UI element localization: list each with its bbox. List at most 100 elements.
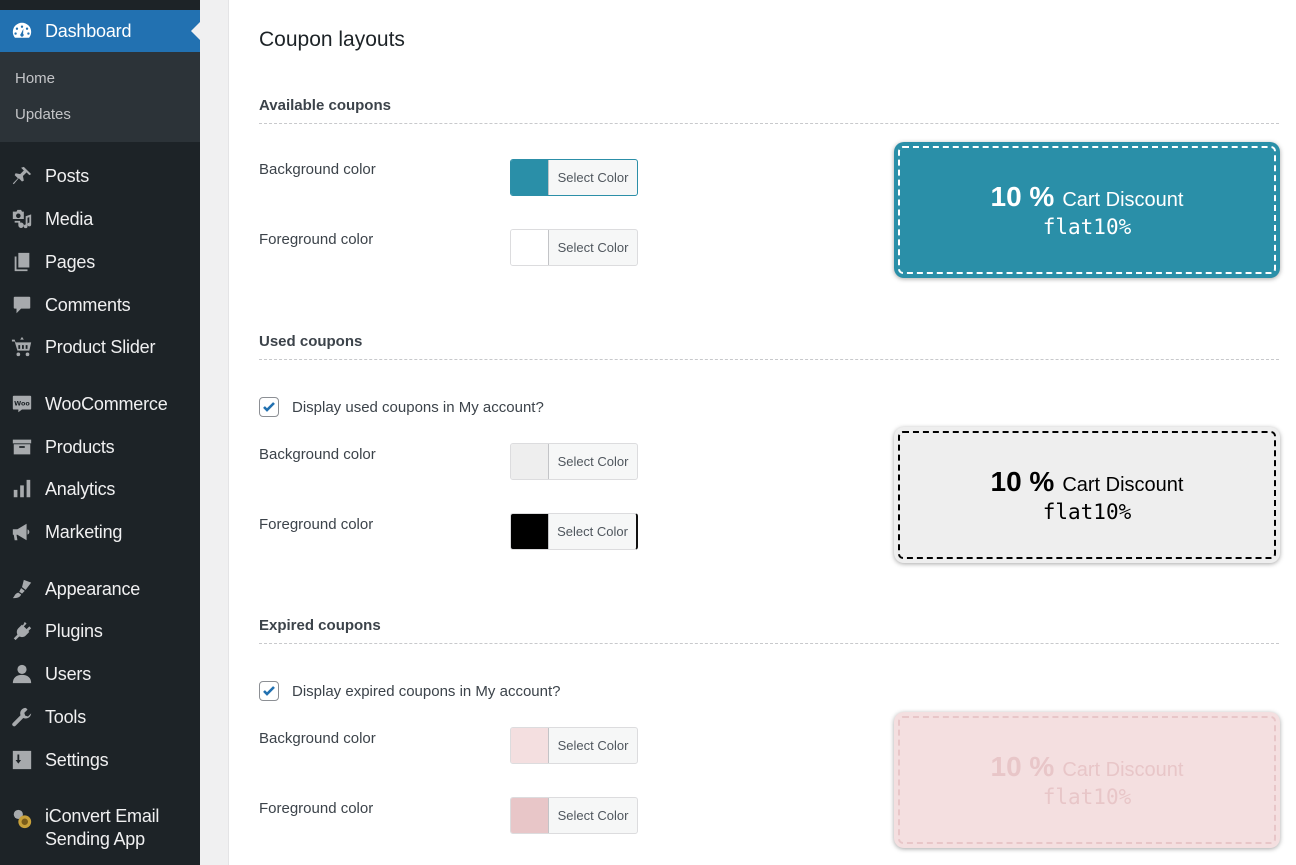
color-swatch xyxy=(511,444,549,479)
pages-icon xyxy=(10,250,34,274)
sidebar-item-label: Products xyxy=(45,436,115,457)
sidebar-item-label: Analytics xyxy=(45,478,116,499)
sidebar-item-media[interactable]: Media xyxy=(0,202,200,236)
sidebar-item-comments[interactable]: Comments xyxy=(0,288,200,322)
section-divider xyxy=(259,123,1279,124)
coupon-line: 10 % Cart Discount xyxy=(991,466,1184,498)
coupon-code: flat10% xyxy=(1042,215,1132,239)
main-content: Coupon layouts Available coupons Backgro… xyxy=(228,0,1296,865)
section-divider xyxy=(259,643,1279,644)
sidebar-item-label: Marketing xyxy=(45,521,123,542)
used-foreground-color-picker[interactable]: Select Color xyxy=(510,513,638,550)
expired-coupon-preview: 10 % Cart Discount flat10% xyxy=(894,712,1280,848)
sidebar-item-tools[interactable]: Tools xyxy=(0,700,200,734)
display-used-coupons-checkbox-row[interactable]: Display used coupons in My account? xyxy=(259,397,544,417)
available-foreground-color-picker[interactable]: Select Color xyxy=(510,229,638,266)
coupon-code: flat10% xyxy=(1042,500,1132,524)
section-divider xyxy=(259,359,1279,360)
sidebar-item-settings[interactable]: Settings xyxy=(0,743,200,777)
background-color-label: Background color xyxy=(259,446,376,463)
wrench-icon xyxy=(10,705,34,729)
iconvert-gear-icon xyxy=(10,807,34,831)
submenu-item-home[interactable]: Home xyxy=(15,70,55,87)
label-line-2: Sending App xyxy=(45,829,145,849)
coupon-line: 10 % Cart Discount xyxy=(991,181,1184,213)
sidebar-item-analytics[interactable]: Analytics xyxy=(0,472,200,506)
select-color-label: Select Color xyxy=(557,524,628,539)
comment-icon xyxy=(10,293,34,317)
display-expired-coupons-checkbox-row[interactable]: Display expired coupons in My account? xyxy=(259,681,560,701)
color-swatch xyxy=(511,160,549,195)
admin-sidebar: Dashboard Home Updates Posts Media Pages… xyxy=(0,0,200,865)
coupon-type: Cart Discount xyxy=(1062,189,1184,211)
select-color-label: Select Color xyxy=(557,454,629,469)
paintbrush-icon xyxy=(10,577,34,601)
sidebar-item-label: iConvert Email Sending App xyxy=(45,805,159,851)
checkbox-label: Display expired coupons in My account? xyxy=(292,682,561,700)
coupon-amount: 10 % xyxy=(990,466,1055,497)
sidebar-item-label: Settings xyxy=(45,749,109,770)
dashboard-submenu: Home Updates xyxy=(0,52,200,142)
display-expired-coupons-checkbox[interactable] xyxy=(259,681,279,701)
coupon-amount: 10 % xyxy=(990,751,1055,782)
archive-icon xyxy=(10,435,34,459)
select-color-label: Select Color xyxy=(557,738,629,753)
expired-background-color-picker[interactable]: Select Color xyxy=(510,727,638,764)
pin-icon xyxy=(10,164,34,188)
sidebar-item-label: Users xyxy=(45,663,92,684)
sidebar-item-posts[interactable]: Posts xyxy=(0,159,200,193)
sidebar-item-plugins[interactable]: Plugins xyxy=(0,614,200,648)
coupon-inner: 10 % Cart Discount flat10% xyxy=(898,431,1276,559)
megaphone-icon xyxy=(10,520,34,544)
sidebar-item-dashboard[interactable]: Dashboard xyxy=(0,10,200,52)
foreground-color-label: Foreground color xyxy=(259,231,374,248)
sidebar-item-marketing[interactable]: Marketing xyxy=(0,515,200,549)
sidebar-item-label: Comments xyxy=(45,294,131,315)
available-background-color-picker[interactable]: Select Color xyxy=(510,159,638,196)
coupon-type: Cart Discount xyxy=(1062,474,1184,496)
page-title: Coupon layouts xyxy=(259,28,405,51)
sidebar-item-appearance[interactable]: Appearance xyxy=(0,572,200,606)
label-line-1: iConvert Email xyxy=(45,806,160,826)
media-icon xyxy=(10,207,34,231)
sidebar-item-label: WooCommerce xyxy=(45,393,168,414)
sidebar-item-label: Product Slider xyxy=(45,336,156,357)
section-title: Expired coupons xyxy=(259,617,381,634)
checkmark-icon xyxy=(263,686,275,696)
color-swatch xyxy=(511,728,549,763)
sidebar-item-users[interactable]: Users xyxy=(0,657,200,691)
coupon-inner: 10 % Cart Discount flat10% xyxy=(898,716,1276,844)
coupon-type: Cart Discount xyxy=(1062,759,1184,781)
sidebar-item-label: Appearance xyxy=(45,578,141,599)
coupon-line: 10 % Cart Discount xyxy=(991,751,1184,783)
bar-chart-icon xyxy=(10,477,34,501)
sidebar-item-label: Media xyxy=(45,208,94,229)
sidebar-item-product-slider[interactable]: Product Slider xyxy=(0,330,200,364)
submenu-item-updates[interactable]: Updates xyxy=(15,106,71,123)
sidebar-item-label: Dashboard xyxy=(45,20,132,41)
sidebar-item-label: Posts xyxy=(45,165,90,186)
svg-text:Woo: Woo xyxy=(14,399,30,407)
used-coupon-preview: 10 % Cart Discount flat10% xyxy=(894,427,1280,563)
sidebar-item-woocommerce[interactable]: Woo WooCommerce xyxy=(0,387,200,421)
coupon-inner: 10 % Cart Discount flat10% xyxy=(898,146,1276,274)
sidebar-item-label: Plugins xyxy=(45,620,103,641)
checkbox-label: Display used coupons in My account? xyxy=(292,398,544,416)
coupon-amount: 10 % xyxy=(990,181,1055,212)
display-used-coupons-checkbox[interactable] xyxy=(259,397,279,417)
expired-foreground-color-picker[interactable]: Select Color xyxy=(510,797,638,834)
color-swatch xyxy=(511,798,549,833)
coupon-code: flat10% xyxy=(1042,785,1132,809)
sidebar-item-pages[interactable]: Pages xyxy=(0,245,200,279)
select-color-label: Select Color xyxy=(557,170,629,185)
sidebar-item-products[interactable]: Products xyxy=(0,430,200,464)
sidebar-item-iconvert[interactable]: iConvert Email Sending App xyxy=(0,805,200,855)
color-swatch xyxy=(511,230,549,265)
user-icon xyxy=(10,662,34,686)
background-color-label: Background color xyxy=(259,161,376,178)
select-color-label: Select Color xyxy=(557,808,629,823)
used-background-color-picker[interactable]: Select Color xyxy=(510,443,638,480)
available-coupon-preview: 10 % Cart Discount flat10% xyxy=(894,142,1280,278)
foreground-color-label: Foreground color xyxy=(259,800,374,817)
section-title: Available coupons xyxy=(259,97,391,114)
